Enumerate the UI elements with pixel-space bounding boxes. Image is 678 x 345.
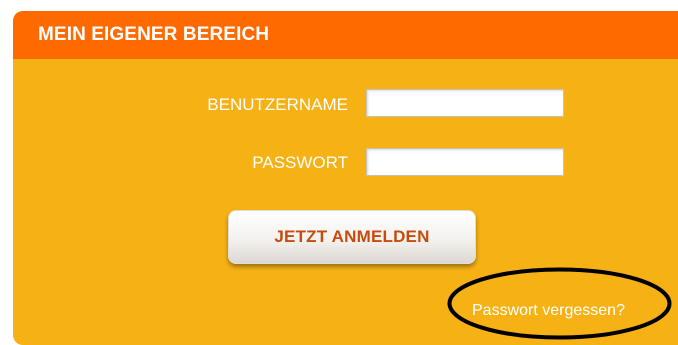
username-field[interactable]	[366, 89, 564, 117]
forgot-password-link[interactable]: Passwort vergessen?	[472, 302, 625, 320]
panel-title: MEIN EIGENER BEREICH	[38, 24, 270, 45]
login-button[interactable]: JETZT ANMELDEN	[228, 210, 476, 264]
password-label: PASSWORT	[252, 153, 348, 172]
username-label: BENUTZERNAME	[207, 95, 348, 114]
login-panel: MEIN EIGENER BEREICH BENUTZERNAME PASSWO…	[13, 11, 678, 345]
panel-header: MEIN EIGENER BEREICH	[13, 11, 678, 59]
password-field[interactable]	[366, 148, 564, 176]
